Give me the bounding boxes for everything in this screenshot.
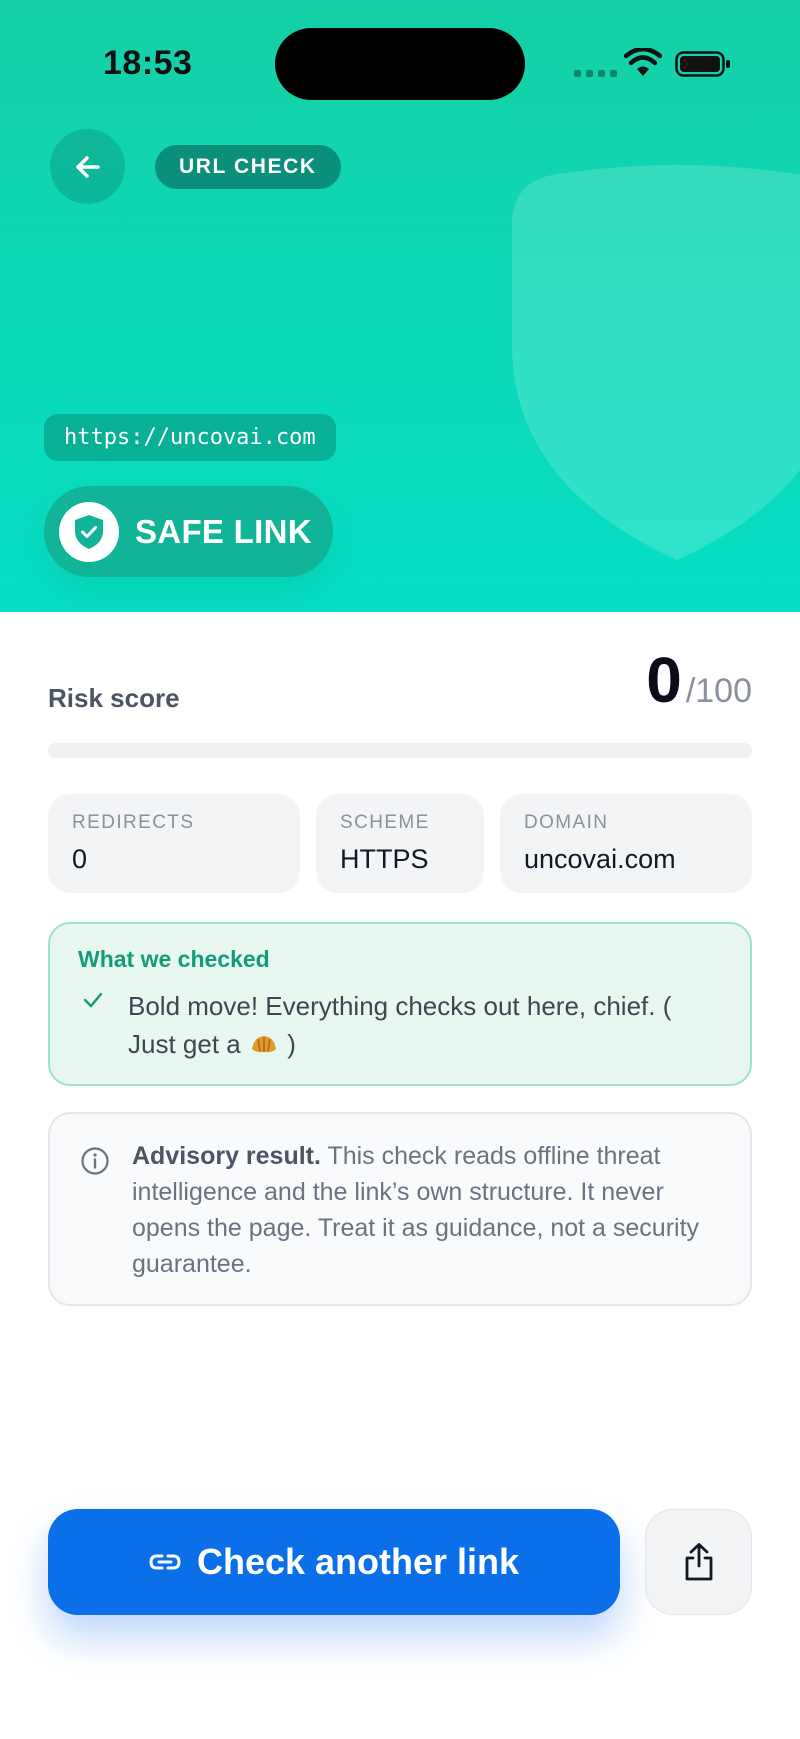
risk-score-value: 0 — [646, 644, 682, 716]
advisory-text: Advisory result. This check reads offlin… — [132, 1138, 720, 1282]
badge-icon-circle — [59, 501, 119, 562]
scheme-label: SCHEME — [340, 812, 430, 833]
checked-url: https://uncovai.com — [44, 414, 336, 461]
what-we-checked-panel: What we checked Bold move! Everything ch… — [48, 922, 752, 1086]
url-check-chip: URL CHECK — [155, 145, 341, 189]
result-header: 18:53 URL CHECK https://uncovai.com SAFE… — [0, 0, 800, 612]
risk-score: 0 /100 — [646, 648, 752, 712]
dynamic-island — [275, 28, 525, 100]
domain-value: uncovai.com — [524, 844, 676, 874]
croissant-icon — [251, 1036, 276, 1053]
arrow-left-icon — [75, 155, 100, 178]
redirects-label: REDIRECTS — [72, 812, 195, 833]
link-icon — [149, 1554, 181, 1570]
check-item-text: Bold move! Everything checks out here, c… — [128, 991, 672, 1059]
share-button[interactable] — [645, 1509, 752, 1615]
url-check-result-screen: 18:53 URL CHECK https://uncovai.com SAFE… — [0, 0, 800, 1739]
wifi-icon — [624, 48, 662, 76]
checkmark-icon — [83, 992, 103, 1008]
verdict-label: SAFE LINK — [135, 512, 312, 550]
advisory-heading: Advisory result. — [132, 1142, 321, 1170]
battery-icon — [675, 51, 730, 77]
scheme-value: HTTPS — [340, 844, 429, 874]
risk-score-bar — [48, 743, 752, 758]
advisory-panel: Advisory result. This check reads offlin… — [48, 1112, 752, 1306]
cellular-signal-icon — [574, 70, 617, 77]
check-another-link-label: Check another link — [196, 1541, 520, 1582]
check-item: Bold move! Everything checks out here, c… — [78, 987, 722, 1063]
redirects-value: 0 — [72, 844, 88, 874]
background-shield-icon — [512, 165, 800, 560]
safe-link-badge: SAFE LINK — [44, 486, 333, 577]
info-icon — [81, 1147, 109, 1175]
what-we-checked-title: What we checked — [78, 946, 270, 972]
shield-check-icon — [75, 514, 103, 549]
redirects-card: REDIRECTS 0 — [48, 794, 300, 893]
risk-score-max: /100 — [685, 672, 752, 710]
check-item-suffix: ) — [287, 1029, 296, 1059]
status-bar-time: 18:53 — [103, 44, 193, 82]
domain-label: DOMAIN — [524, 812, 609, 833]
check-another-link-button[interactable]: Check another link — [48, 1509, 620, 1615]
scheme-card: SCHEME HTTPS — [316, 794, 484, 893]
domain-card: DOMAIN uncovai.com — [500, 794, 752, 893]
risk-score-label: Risk score — [48, 683, 180, 713]
back-button[interactable] — [50, 129, 125, 204]
share-icon — [685, 1543, 712, 1581]
